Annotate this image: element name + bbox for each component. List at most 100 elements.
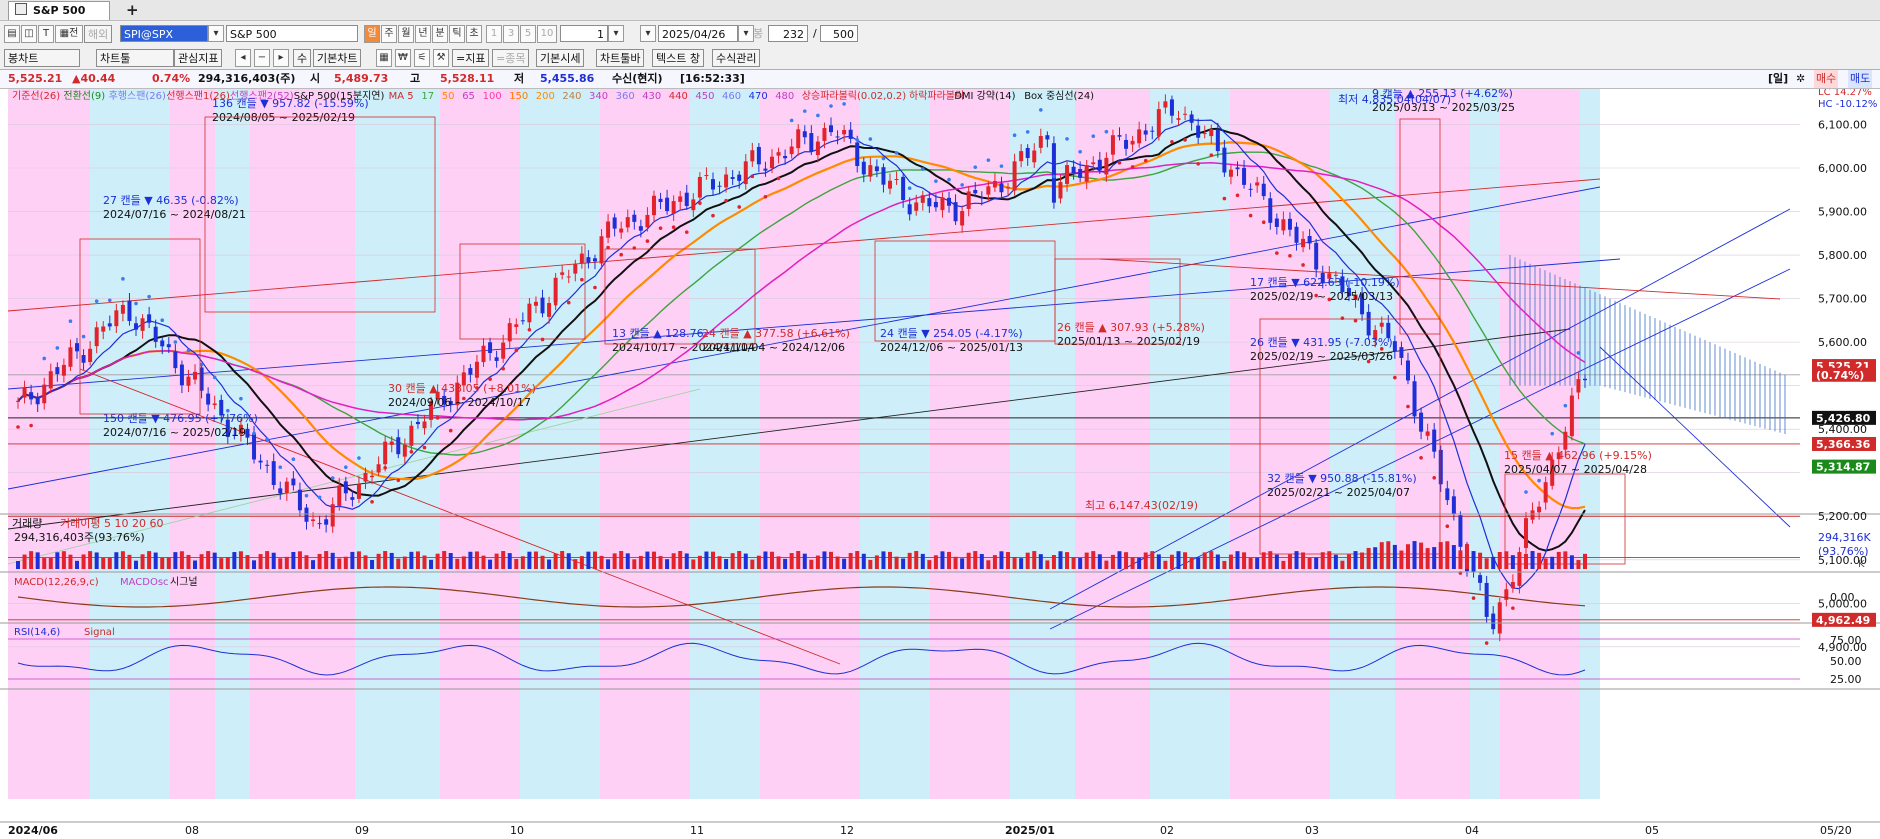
count-button[interactable]: 수 — [293, 49, 312, 67]
chart-type-select[interactable]: 봉차트 — [4, 49, 80, 67]
volume-bar — [815, 555, 820, 569]
period-minute[interactable]: 분 — [432, 25, 448, 43]
open-label: 시 — [310, 72, 321, 85]
basic-price-button[interactable]: 기본시세 — [536, 49, 585, 67]
overseas-button[interactable]: 해외 — [84, 25, 113, 43]
volume-bar — [520, 556, 525, 569]
symbol-code-input[interactable]: SPI@SPX — [120, 25, 208, 42]
parabolic-dot — [1183, 138, 1187, 142]
interval-input[interactable]: 1 — [560, 25, 608, 42]
parabolic-dot — [1248, 213, 1253, 218]
candle-body — [42, 384, 47, 404]
candle-body — [855, 142, 860, 167]
candle-body — [743, 161, 748, 185]
candle-body — [566, 276, 571, 278]
count-input[interactable]: 232 — [768, 25, 808, 42]
num-1[interactable]: 1 — [486, 25, 502, 43]
volume-bar — [1032, 551, 1037, 569]
volume-bar — [933, 555, 938, 569]
sell-button[interactable]: 매도 — [1848, 70, 1873, 88]
candle-body — [868, 165, 873, 177]
chart-tool-select[interactable]: 차트툴 — [96, 49, 174, 67]
interval-dropdown-icon[interactable]: ▾ — [608, 25, 624, 42]
split-icon[interactable]: ◫ — [21, 25, 37, 43]
period-year[interactable]: 년 — [415, 25, 431, 43]
chart-area[interactable]: 136 캔들 ▼ 957.82 (-15.59%) 2024/08/05 ~ 20… — [0, 87, 1880, 837]
num-5[interactable]: 5 — [520, 25, 536, 43]
layout-icon[interactable]: ▤ — [4, 25, 20, 43]
text-window-button[interactable]: 텍스트 창 — [652, 49, 704, 67]
symbol-dropdown-icon[interactable]: ▾ — [208, 25, 224, 42]
period-tick[interactable]: 틱 — [449, 25, 465, 43]
buy-button[interactable]: 매수 — [1814, 70, 1839, 88]
indicator-button[interactable]: =지표 — [452, 49, 490, 67]
volume-bar — [147, 551, 152, 569]
item-button[interactable]: =종목 — [492, 49, 530, 67]
volume-bar — [212, 552, 217, 569]
volume-bar — [704, 551, 709, 569]
list-icon[interactable]: ▦전 — [55, 25, 83, 43]
candle-body — [1510, 582, 1515, 589]
volume-bar — [389, 552, 394, 569]
date-prev-icon[interactable]: ▾ — [640, 25, 656, 42]
candle-body — [1222, 147, 1227, 173]
open-price: 5,489.73 — [334, 72, 389, 85]
period-month[interactable]: 월 — [398, 25, 414, 43]
num-3[interactable]: 3 — [503, 25, 519, 43]
watch-indicator-button[interactable]: 관심지표 — [174, 49, 223, 67]
volume-bar — [986, 560, 991, 569]
period-week[interactable]: 주 — [381, 25, 397, 43]
candle-body — [1287, 218, 1292, 230]
candle-body — [1576, 379, 1581, 393]
parabolic-dot — [173, 340, 178, 344]
volume-title: 거래량 — [12, 517, 42, 530]
basic-chart-button[interactable]: 기본차트 — [313, 49, 362, 67]
candle-body — [134, 323, 139, 330]
symbol-name-field[interactable]: S&P 500 — [226, 25, 358, 42]
text-icon[interactable]: T — [38, 25, 54, 43]
chart-svg[interactable]: 136 캔들 ▼ 957.82 (-15.59%)2024/08/05 ~ 20… — [0, 87, 1880, 837]
parabolic-dot — [1025, 130, 1030, 134]
candle-body — [1150, 130, 1155, 132]
candle-body — [1438, 449, 1443, 485]
parabolic-dot — [344, 465, 348, 469]
period-second[interactable]: 초 — [466, 25, 482, 43]
parabolic-dot — [55, 346, 60, 350]
volume-bar — [442, 551, 447, 569]
num-10[interactable]: 10 — [537, 25, 557, 43]
grid-icon[interactable]: ▦ — [376, 49, 392, 67]
volume-bar — [1209, 551, 1214, 569]
gear-icon[interactable]: ✲ — [1796, 70, 1805, 88]
price-tick: 5,600.00 — [1818, 336, 1867, 349]
candle-body — [1458, 515, 1463, 547]
candle-body — [533, 301, 538, 306]
volume-bar — [920, 553, 925, 569]
volume-bar — [488, 559, 493, 569]
formula-button[interactable]: 수식관리 — [712, 49, 761, 67]
volume-bar — [1333, 554, 1338, 569]
parabolic-dot — [1288, 254, 1292, 258]
candle-body — [1242, 167, 1247, 185]
add-tab-icon[interactable]: + — [126, 1, 139, 19]
period-day[interactable]: 일 — [364, 25, 380, 43]
price-tick: 5,400.00 — [1818, 423, 1867, 436]
date-input[interactable]: 2025/04/26 — [658, 25, 738, 42]
tools-icon[interactable]: ⚒ — [433, 49, 449, 67]
lc-label: LC 14.27% — [1818, 89, 1872, 98]
total-input[interactable]: 500 — [820, 25, 858, 42]
volume-bar — [855, 551, 860, 569]
tab-sp500[interactable]: S&P 500 — [8, 1, 110, 20]
candle-body — [776, 152, 781, 156]
chart-toolbar-button[interactable]: 차트툴바 — [596, 49, 645, 67]
legend-item: DMI 강약(14) — [954, 90, 1015, 102]
candle-body — [284, 481, 289, 494]
volume-bar — [186, 554, 191, 569]
volume-bar — [1412, 541, 1417, 569]
candle-body — [35, 396, 40, 405]
scroll-left-icon[interactable]: ◂ — [235, 49, 251, 67]
currency-icon[interactable]: ₩ — [395, 49, 411, 67]
filter-icon[interactable]: ⚟ — [414, 49, 430, 67]
candle-body — [61, 364, 66, 376]
zoom-out-icon[interactable]: − — [254, 49, 270, 67]
scroll-right-icon[interactable]: ▸ — [273, 49, 289, 67]
